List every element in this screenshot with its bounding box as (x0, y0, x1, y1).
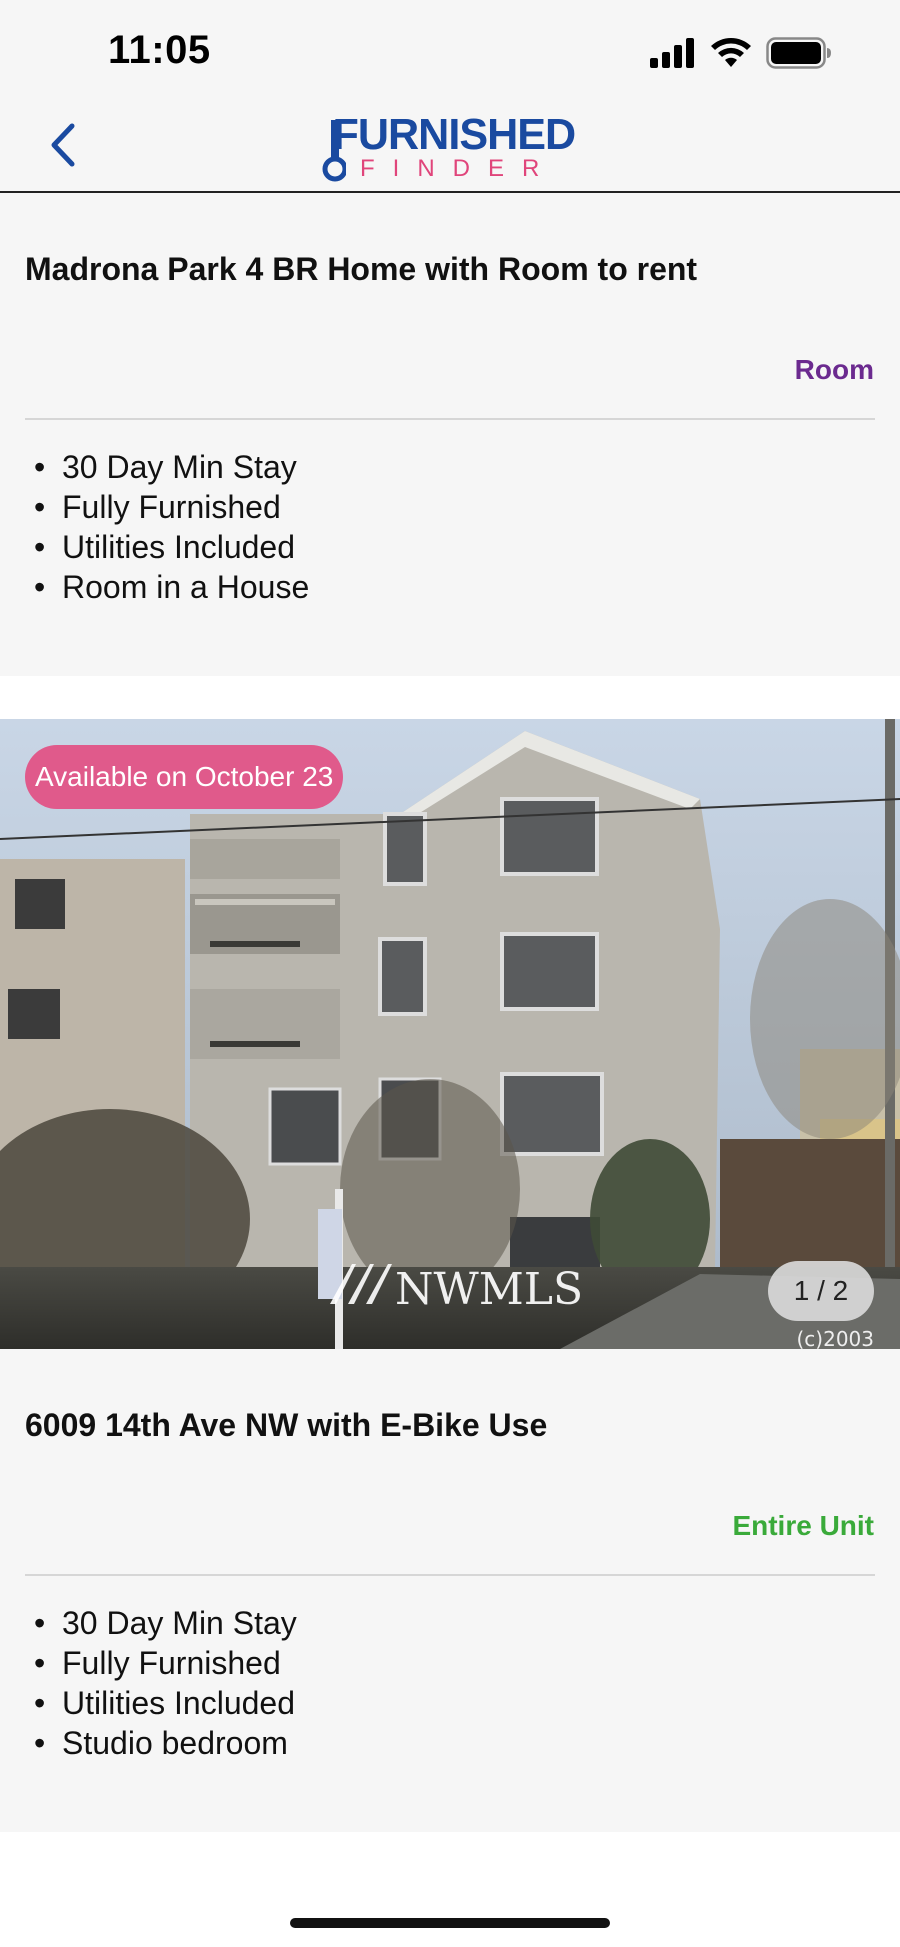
divider (25, 418, 875, 420)
feature-item: 30 Day Min Stay (34, 1603, 297, 1643)
signal-icon (650, 38, 694, 68)
battery-icon (766, 37, 831, 69)
status-bar: 11:05 (0, 0, 900, 100)
listing-type-label: Entire Unit (732, 1510, 874, 1541)
wifi-icon (711, 38, 751, 67)
listing-card[interactable]: 6009 14th Ave NW with E-Bike Use Entire … (0, 1349, 900, 1832)
status-icons (650, 36, 832, 70)
photo-pager[interactable]: 1 / 2 (768, 1261, 874, 1321)
logo-text-furnished: FURNISHED (332, 110, 576, 159)
divider (25, 1574, 875, 1576)
building-photo (0, 719, 900, 1349)
watermark-text: NWMLS (395, 1264, 584, 1315)
listing-type-label: Room (794, 354, 874, 385)
photo-copyright: (c)2003 (796, 1327, 875, 1349)
furnished-finder-logo: FURNISHED FINDER (322, 110, 582, 185)
feature-item: Studio bedroom (34, 1723, 297, 1763)
feature-item: Utilities Included (34, 527, 309, 567)
status-time: 11:05 (108, 28, 211, 72)
home-indicator[interactable] (290, 1918, 610, 1928)
feature-item: Fully Furnished (34, 487, 309, 527)
listing-card[interactable]: Madrona Park 4 BR Home with Room to rent… (0, 193, 900, 676)
availability-badge: Available on October 23 (25, 745, 344, 809)
listing-title[interactable]: Madrona Park 4 BR Home with Room to rent (25, 251, 697, 288)
listing-photo[interactable]: NWMLS Available on October 23 1 / 2 (c)2… (0, 719, 900, 1349)
feature-item: Utilities Included (34, 1683, 297, 1723)
logo-text-finder: FINDER (360, 155, 558, 182)
feature-list: 30 Day Min Stay Fully Furnished Utilitie… (34, 447, 309, 607)
feature-item: Fully Furnished (34, 1643, 297, 1683)
feature-item: 30 Day Min Stay (34, 447, 309, 487)
nav-bar: FURNISHED FINDER (0, 100, 900, 193)
back-chevron-icon[interactable] (44, 120, 84, 170)
feature-item: Room in a House (34, 567, 309, 607)
listing-title[interactable]: 6009 14th Ave NW with E-Bike Use (25, 1407, 547, 1444)
feature-list: 30 Day Min Stay Fully Furnished Utilitie… (34, 1603, 297, 1763)
